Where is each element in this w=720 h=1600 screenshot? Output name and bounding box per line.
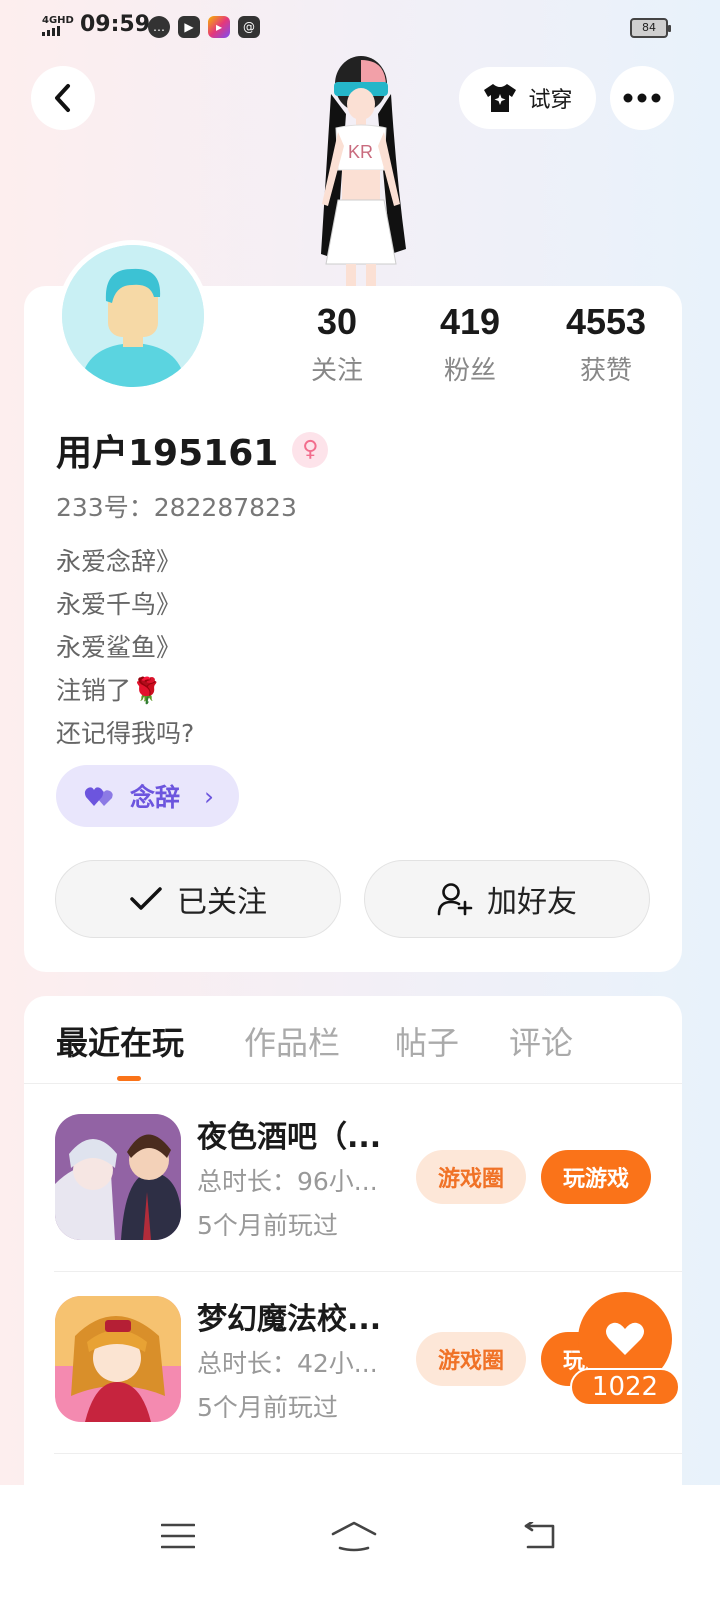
back-arrow-icon [524,1522,555,1549]
status-bar: 4GHD 09:59 … ▶ ▸ @ 84 [0,0,720,56]
game-last-played: 5个月前玩过 [197,1211,338,1240]
bio-line: 永爱念辞》 [56,547,182,576]
bio: 永爱念辞》 永爱千鸟》 永爱鲨鱼》 注销了🌹 还记得我吗? [56,540,194,755]
status-time: 09:59 [80,12,151,37]
list-item[interactable]: 夜色酒吧（... 总时长：96小... 5个月前玩过 游戏圈 玩游戏 [24,1090,682,1272]
tab-works[interactable]: 作品栏 [244,1018,340,1064]
like-count: 1022 [570,1368,680,1406]
default-user-icon [62,245,204,387]
likes-count: 4553 [565,301,647,342]
followers-label: 粉丝 [443,356,496,386]
username: 用户195161 ♀ [56,424,329,476]
add-friend-button[interactable]: 加好友 [364,860,650,938]
t-shirt-icon [484,84,517,112]
svg-text:KR: KR [348,142,373,162]
back-nav-button[interactable] [508,1511,568,1561]
game-icon[interactable] [55,1114,181,1240]
game-cover-image [55,1114,181,1240]
message-notification-icon: … [148,16,170,38]
following-button[interactable]: 已关注 [55,860,341,938]
tab-comments[interactable]: 评论 [509,1018,573,1064]
more-options-button[interactable] [610,66,674,130]
bio-line: 永爱千鸟》 [56,590,182,619]
game-name: 夜色酒吧（... [197,1120,382,1155]
cp-tag-label: 念辞 [130,783,181,812]
game-cover-image [55,1296,181,1422]
app-notification-icon: @ [238,16,260,38]
home-button[interactable] [324,1511,384,1561]
female-gender-icon: ♀ [292,432,329,468]
following-label: 关注 [310,356,363,386]
list-item[interactable]: 梦幻魔法校... 总时长：42小... 5个月前玩过 游戏圈 玩游戏 [24,1272,682,1454]
chevron-left-icon [55,84,70,112]
try-on-label: 试穿 [528,88,573,113]
heart-icon [606,1322,644,1355]
video-notification-icon: ▶ [178,16,200,38]
game-name: 梦幻魔法校... [197,1302,382,1337]
add-user-icon [437,883,473,916]
following-stat[interactable]: 30 关注 [272,300,402,387]
game-duration: 总时长：96小... [197,1167,378,1196]
network-type: 4GHD [42,15,74,26]
bio-line: 注销了🌹 [56,676,163,705]
game-icon[interactable] [55,1296,181,1422]
cp-tag-chip[interactable]: 念辞 › [56,765,239,827]
battery-icon: 84 [630,18,671,38]
3d-avatar-figure[interactable]: KR [286,54,436,292]
back-button[interactable] [31,66,95,130]
tab-bar: 最近在玩 作品栏 帖子 评论 [24,996,682,1084]
bio-line: 还记得我吗? [56,719,195,748]
active-tab-indicator [117,1076,141,1081]
following-button-label: 已关注 [177,885,267,920]
check-icon [130,887,162,910]
likes-label: 获赞 [579,356,632,386]
game-last-played: 5个月前玩过 [197,1393,338,1422]
play-game-button[interactable]: 玩游戏 [541,1150,651,1204]
add-friend-button-label: 加好友 [487,885,577,920]
play-store-notification-icon: ▸ [208,16,230,38]
signal-icon [42,26,60,36]
bio-line: 永爱鲨鱼》 [56,633,182,662]
user-id[interactable]: 233号：282287823 [56,488,297,524]
likes-stat[interactable]: 4553 获赞 [541,300,671,387]
avatar[interactable] [57,240,209,392]
home-icon [331,1521,377,1552]
username-text: 用户195161 [56,433,279,474]
game-circle-button[interactable]: 游戏圈 [416,1150,526,1204]
more-dots-icon [623,93,661,103]
tab-posts[interactable]: 帖子 [395,1018,459,1064]
following-count: 30 [316,301,358,342]
menu-icon [161,1523,195,1549]
game-duration: 总时长：42小... [197,1349,378,1378]
recent-apps-button[interactable] [148,1511,208,1561]
tab-recently-played[interactable]: 最近在玩 [56,1018,184,1064]
try-on-button[interactable]: 试穿 [459,67,596,129]
game-circle-button[interactable]: 游戏圈 [416,1332,526,1386]
followers-count: 419 [439,301,501,342]
chevron-right-icon: › [204,781,215,811]
double-heart-icon [84,787,113,806]
system-nav-bar [0,1485,720,1600]
followers-stat[interactable]: 419 粉丝 [405,300,535,387]
